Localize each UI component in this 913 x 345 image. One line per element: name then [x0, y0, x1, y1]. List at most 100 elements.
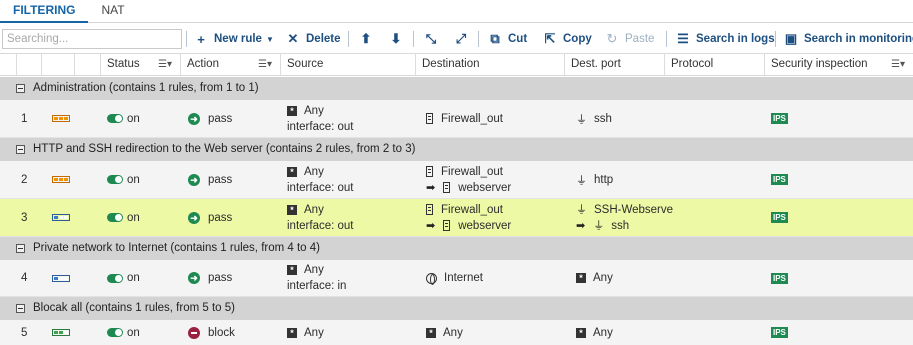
dest-port-cell[interactable]: * Any: [576, 260, 613, 296]
chevron-down-icon: ▼: [265, 34, 274, 44]
any-icon: *: [287, 204, 297, 215]
header-destination[interactable]: Destination: [415, 54, 564, 76]
any-icon: *: [287, 105, 297, 116]
source-interface: interface: in: [287, 280, 347, 292]
destination-cell[interactable]: Firewall_out: [426, 100, 503, 137]
toggle-on-icon[interactable]: [107, 175, 123, 184]
action-cell[interactable]: block: [188, 320, 235, 345]
pass-icon: ➜: [188, 211, 200, 224]
move-down-button[interactable]: ⬇: [389, 29, 409, 49]
status-cell[interactable]: on: [107, 100, 140, 137]
source-cell[interactable]: * Any interface: out: [287, 161, 353, 198]
copy-icon: ⇱: [544, 31, 556, 46]
section-header[interactable]: Blocak all (contains 1 rules, from 5 to …: [0, 297, 913, 320]
collapse-all-button[interactable]: ⤡: [424, 29, 444, 49]
header-security-inspection[interactable]: Security inspection ☰▾: [764, 54, 913, 76]
destination-cell[interactable]: Internet: [426, 260, 483, 296]
sort-icon[interactable]: ☰▾: [158, 54, 172, 75]
toggle-on-icon[interactable]: [107, 273, 123, 283]
table-row[interactable]: 1 on ➜ pass * Any interface: out Firewall_…: [0, 100, 913, 138]
sort-icon[interactable]: ☰▾: [258, 54, 272, 75]
move-up-button[interactable]: ⬆: [359, 29, 379, 49]
block-icon: [188, 326, 200, 339]
source-label: Any: [304, 203, 324, 216]
inspection-cell[interactable]: IPS: [771, 161, 788, 198]
inspection-cell[interactable]: IPS: [771, 199, 788, 236]
ips-badge: IPS: [771, 174, 788, 185]
header-dest-port[interactable]: Dest. port: [564, 54, 664, 76]
dest-port-cell[interactable]: ⏚ http: [576, 161, 613, 198]
source-cell[interactable]: * Any interface: out: [287, 100, 353, 137]
inspection-cell[interactable]: IPS: [771, 260, 788, 296]
inspection-cell[interactable]: IPS: [771, 100, 788, 137]
pass-icon: ➜: [188, 272, 200, 284]
destination-redirect-label: webserver: [458, 181, 512, 194]
source-cell[interactable]: * Any interface: in: [287, 260, 346, 296]
table-row[interactable]: 3 on ➜ pass * Any interface: out Firewall_…: [0, 199, 913, 237]
destination-label: Firewall_out: [441, 112, 503, 125]
search-input[interactable]: [2, 29, 182, 49]
destination-label: Any: [443, 326, 463, 339]
new-rule-button[interactable]: + New rule ▼: [194, 29, 274, 49]
section-header[interactable]: Administration (contains 1 rules, from 1…: [0, 77, 913, 100]
paste-button[interactable]: ↻ Paste: [605, 29, 655, 49]
section-header[interactable]: Private network to Internet (contains 1 …: [0, 237, 913, 260]
destination-cell[interactable]: Firewall_out ➡ webserver: [426, 161, 511, 198]
dest-port-cell[interactable]: * Any: [576, 320, 613, 345]
expand-all-button[interactable]: ⤢: [454, 29, 474, 49]
collapse-toggle-icon[interactable]: [16, 84, 25, 93]
toggle-on-icon[interactable]: [107, 114, 123, 123]
status-cell[interactable]: on: [107, 161, 140, 198]
redirect-arrow-icon: ➡: [426, 219, 436, 232]
action-cell[interactable]: ➜ pass: [188, 100, 232, 137]
level-indicator-icon: [52, 199, 70, 236]
tab-nat-label: NAT: [101, 3, 125, 17]
destination-cell[interactable]: Firewall_out ➡ webserver: [426, 199, 511, 236]
collapse-toggle-icon[interactable]: [16, 244, 25, 253]
redirect-arrow-icon: ➡: [426, 181, 436, 194]
search-logs-button[interactable]: ☰ Search in logs: [676, 29, 774, 49]
dest-port-cell[interactable]: ⏚ ssh: [576, 100, 612, 137]
dest-port-label: http: [594, 173, 614, 186]
section-header[interactable]: HTTP and SSH redirection to the Web serv…: [0, 138, 913, 161]
action-cell[interactable]: ➜ pass: [188, 161, 232, 198]
toggle-on-icon[interactable]: [107, 328, 123, 337]
level-indicator-icon: [52, 100, 70, 137]
delete-button[interactable]: ✕ Delete: [286, 29, 341, 49]
dest-port-cell[interactable]: ⏚ SSH-Webserve ➡ ⏚ ssh: [576, 199, 673, 236]
source-cell[interactable]: * Any interface: out: [287, 199, 353, 236]
toggle-on-icon[interactable]: [107, 213, 123, 222]
header-status[interactable]: Status ☰▾: [100, 54, 180, 76]
header-action[interactable]: Action ☰▾: [180, 54, 280, 76]
tab-filtering[interactable]: FILTERING: [0, 0, 89, 23]
header-protocol[interactable]: Protocol: [664, 54, 764, 76]
action-label: pass: [208, 272, 233, 284]
action-cell[interactable]: ➜ pass: [188, 199, 232, 236]
sort-icon[interactable]: ☰▾: [891, 54, 905, 75]
search-monitoring-button[interactable]: ▣ Search in monitoring: [784, 29, 913, 49]
header-number: [16, 54, 41, 76]
copy-button[interactable]: ⇱ Copy: [543, 29, 592, 49]
collapse-toggle-icon[interactable]: [16, 145, 25, 154]
close-icon: ✕: [287, 31, 299, 46]
status-cell[interactable]: on: [107, 199, 140, 236]
arrow-down-icon: ⬇: [390, 31, 402, 46]
table-row[interactable]: 2 on ➜ pass * Any interface: out Firewall_…: [0, 161, 913, 199]
action-cell[interactable]: ➜ pass: [188, 260, 232, 296]
destination-cell[interactable]: * Any: [426, 320, 463, 345]
source-cell[interactable]: * Any: [287, 320, 324, 345]
header-destination-label: Destination: [422, 58, 480, 70]
port-icon: ⏚: [576, 203, 587, 216]
header-source[interactable]: Source: [280, 54, 415, 76]
tab-nat[interactable]: NAT: [88, 0, 137, 23]
level-indicator-icon: [52, 161, 70, 198]
table-row[interactable]: 5 on block * Any * Any * Any IPS: [0, 320, 913, 345]
inspection-cell[interactable]: IPS: [771, 320, 788, 345]
firewall-icon: [426, 166, 433, 177]
cut-button[interactable]: ⧉ Cut: [488, 29, 527, 49]
table-row[interactable]: 4 on ➜ pass * Any interface: in Internet *…: [0, 260, 913, 297]
status-cell[interactable]: on: [107, 320, 140, 345]
collapse-toggle-icon[interactable]: [16, 304, 25, 313]
any-icon: *: [287, 265, 297, 275]
status-cell[interactable]: on: [107, 260, 140, 296]
